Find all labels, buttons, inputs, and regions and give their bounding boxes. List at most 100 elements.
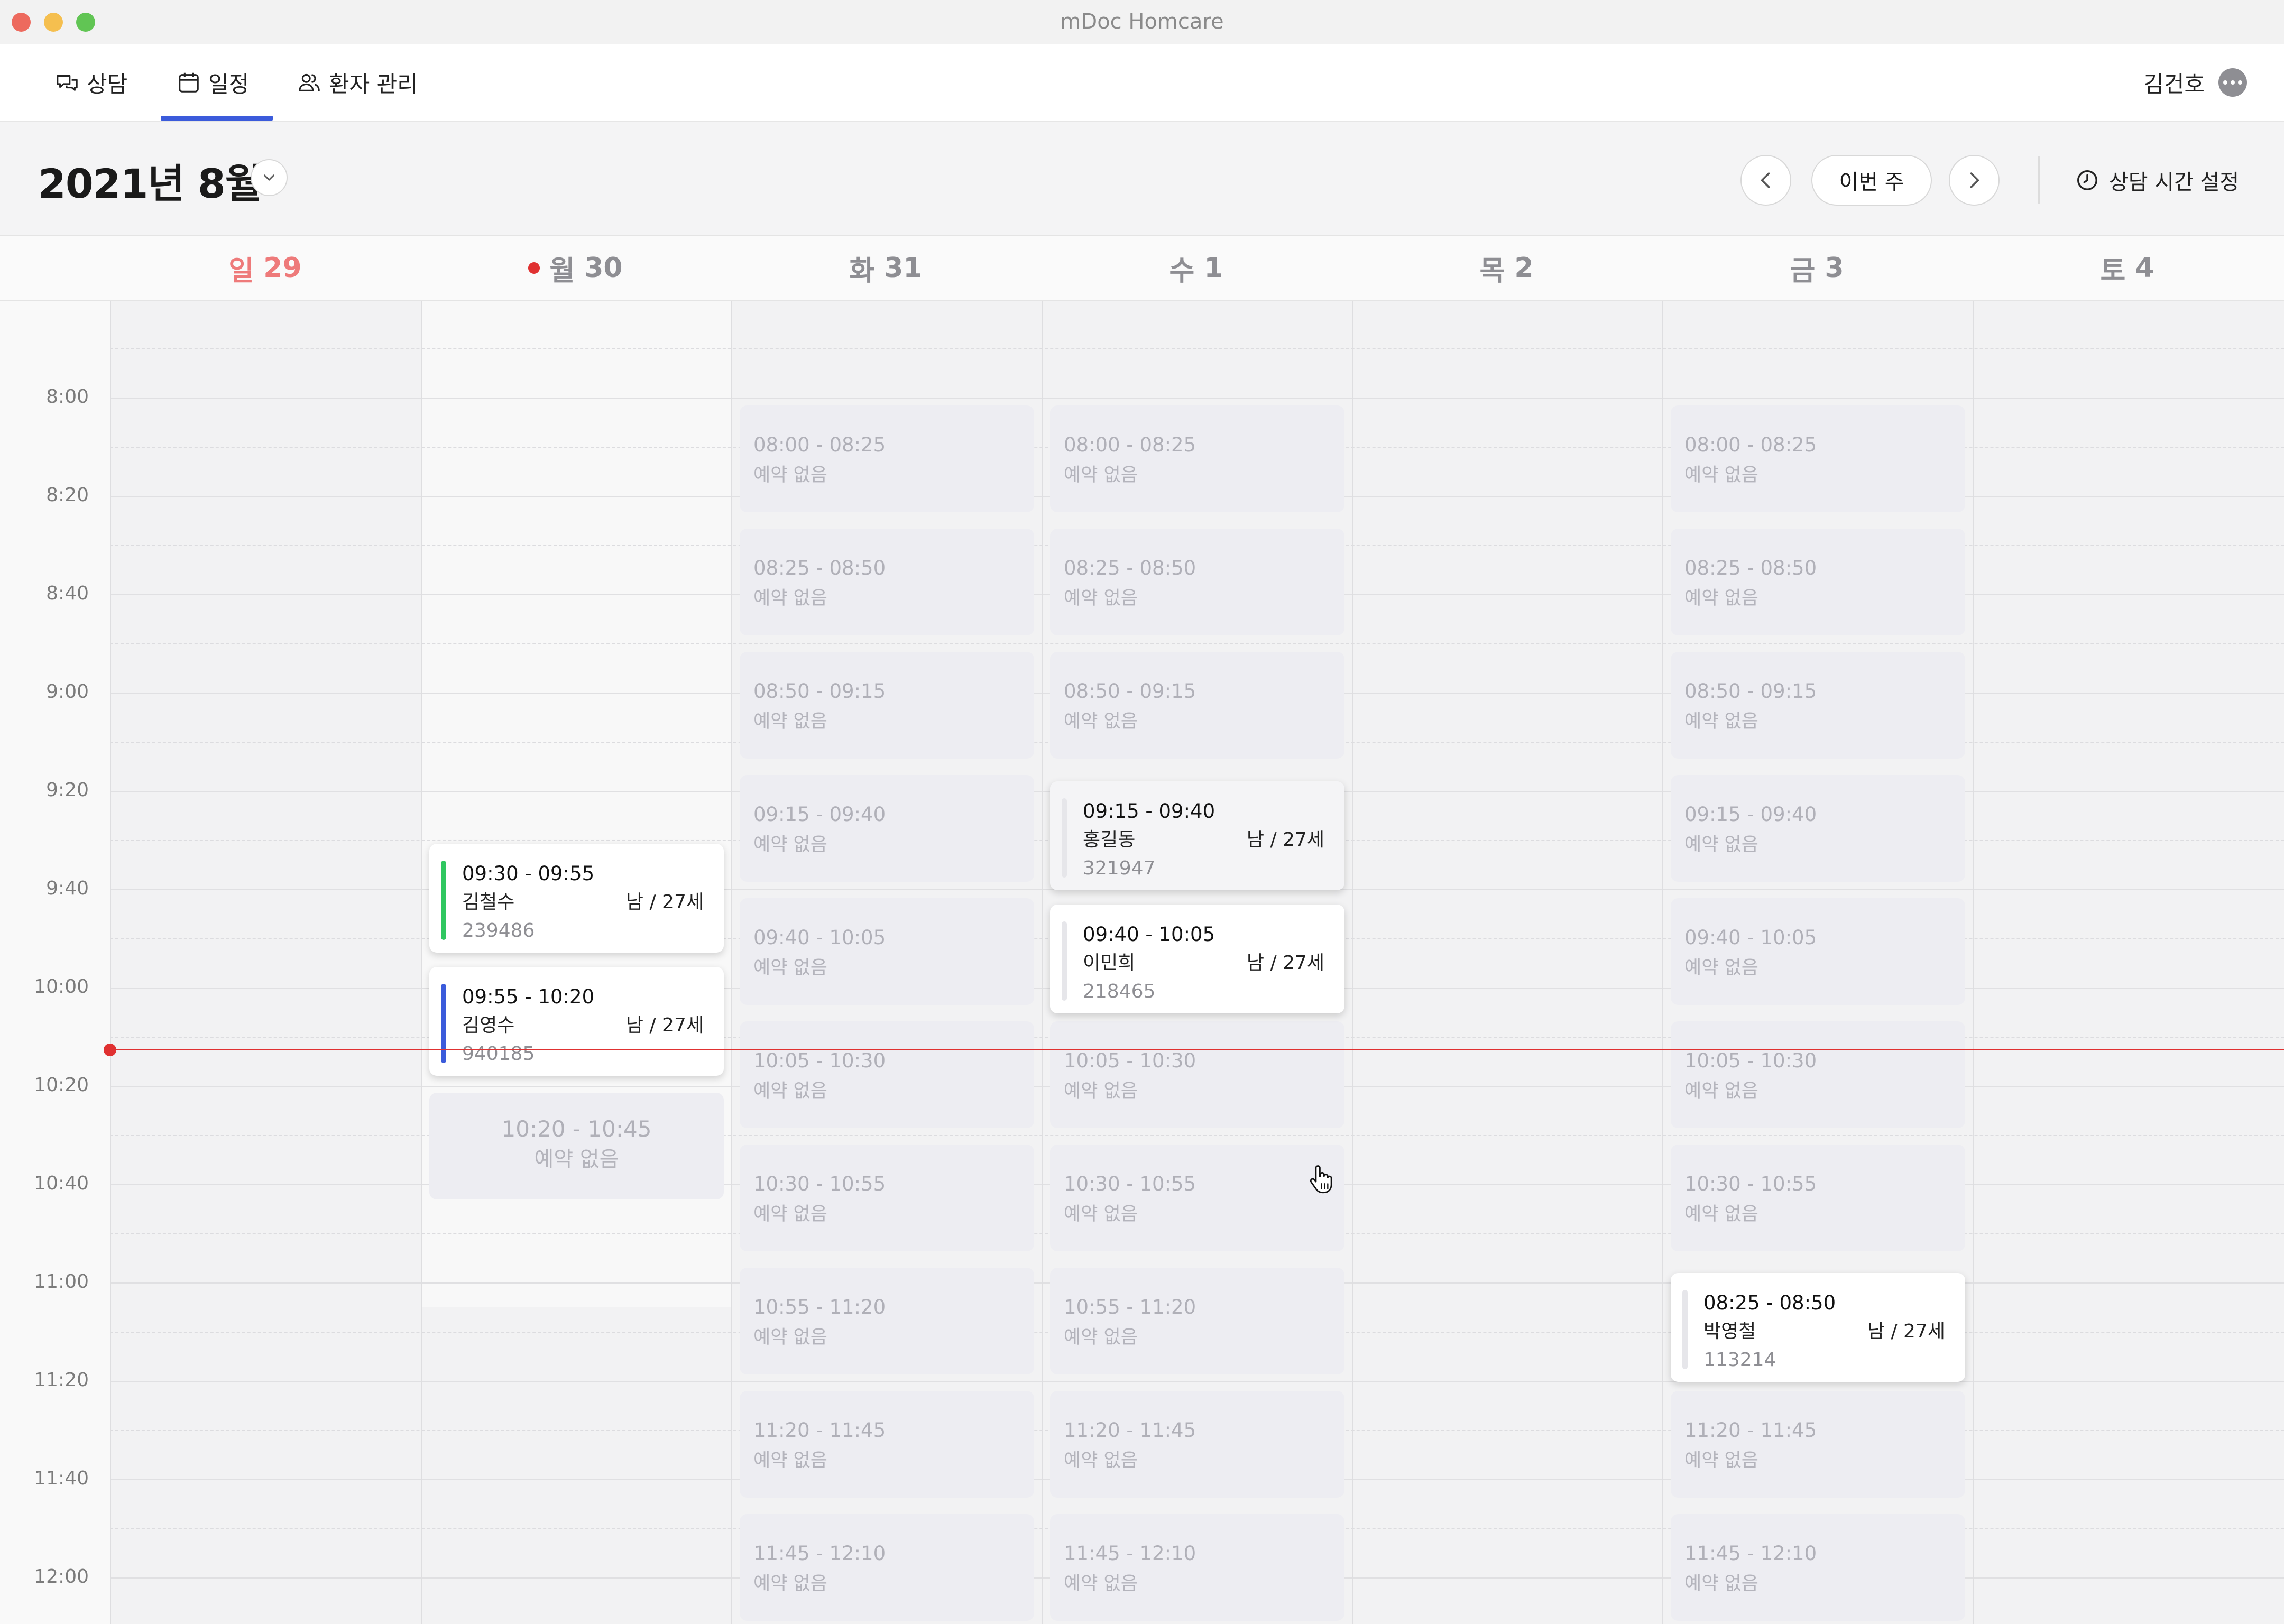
appointment-card-hover[interactable]: 09:15 - 09:40 홍길동 남 / 27세 321947	[1050, 781, 1344, 890]
previous-week-button[interactable]	[1740, 155, 1791, 206]
toolbar-divider	[2038, 156, 2040, 204]
empty-time-slot[interactable]: 10:05 - 10:30 예약 없음	[740, 1021, 1034, 1128]
slot-status: 예약 없음	[1684, 588, 1758, 609]
appointment-time: 09:15 - 09:40	[1083, 800, 1215, 823]
slot-status: 예약 없음	[1064, 1573, 1138, 1594]
slot-status: 예약 없음	[1684, 1081, 1758, 1102]
empty-time-slot[interactable]: 08:25 - 08:50 예약 없음	[740, 529, 1034, 635]
empty-time-slot[interactable]: 10:30 - 10:55 예약 없음	[1050, 1145, 1344, 1251]
empty-time-slot[interactable]: 09:40 - 10:05 예약 없음	[1671, 898, 1965, 1005]
day-header-thursday[interactable]: 목2	[1351, 236, 1662, 300]
week-day-header: 일 29 월 30 화 31 수1 목2 금3 토4	[0, 235, 2284, 301]
weekday-label: 토	[2100, 255, 2126, 287]
day-header-monday[interactable]: 월 30	[420, 236, 731, 300]
empty-time-slot[interactable]: 11:45 - 12:10 예약 없음	[1671, 1514, 1965, 1621]
empty-time-slot[interactable]: 08:50 - 09:15 예약 없음	[740, 652, 1034, 759]
slot-time: 10:30 - 10:55	[1064, 1173, 1196, 1195]
time-label: 9:40	[46, 878, 89, 899]
window-title: mDoc Homcare	[1060, 10, 1224, 34]
patient-name: 김철수	[462, 891, 515, 913]
consultation-time-settings-button[interactable]: 상담 시간 설정	[2075, 155, 2239, 206]
appointment-time: 09:40 - 10:05	[1083, 923, 1215, 946]
slot-time: 10:55 - 11:20	[1064, 1296, 1196, 1318]
appointment-status-bar	[1682, 1290, 1688, 1369]
month-picker-button[interactable]	[251, 159, 288, 196]
slot-time: 08:50 - 09:15	[753, 680, 886, 703]
tab-schedule[interactable]: 일정	[160, 44, 273, 121]
patient-name: 박영철	[1703, 1321, 1756, 1342]
appointment-card[interactable]: 08:25 - 08:50 박영철 남 / 27세 113214	[1671, 1273, 1965, 1382]
appointment-status-bar	[441, 861, 446, 940]
empty-time-slot[interactable]: 08:50 - 09:15 예약 없음	[1671, 652, 1965, 759]
empty-time-slot[interactable]: 08:00 - 08:25 예약 없음	[1050, 405, 1344, 512]
chevron-right-icon	[1970, 172, 1979, 188]
slot-status: 예약 없음	[1684, 834, 1758, 855]
weekday-label: 수	[1169, 255, 1195, 287]
day-header-sunday[interactable]: 일 29	[110, 236, 420, 300]
empty-time-slot[interactable]: 09:15 - 09:40 예약 없음	[1671, 775, 1965, 882]
more-icon[interactable]	[2218, 68, 2247, 97]
hand-cursor-icon	[1310, 1165, 1332, 1194]
tab-consultation[interactable]: 상담	[55, 44, 127, 121]
this-week-button[interactable]: 이번 주	[1811, 155, 1932, 206]
tab-patient-management[interactable]: 환자 관리	[297, 44, 418, 121]
user-menu[interactable]: 김건호	[2143, 44, 2247, 121]
appointment-card[interactable]: 09:30 - 09:55 김철수 남 / 27세 239486	[429, 844, 724, 953]
empty-time-slot[interactable]: 10:30 - 10:55 예약 없음	[740, 1145, 1034, 1251]
empty-time-slot[interactable]: 11:45 - 12:10 예약 없음	[1050, 1514, 1344, 1621]
empty-time-slot[interactable]: 08:00 - 08:25 예약 없음	[1671, 405, 1965, 512]
date-label: 31	[884, 252, 923, 284]
empty-time-slot[interactable]: 09:40 - 10:05 예약 없음	[740, 898, 1034, 1005]
current-time-dot	[104, 1044, 116, 1056]
empty-time-slot[interactable]: 10:55 - 11:20 예약 없음	[1050, 1268, 1344, 1374]
day-column-divider	[1352, 301, 1353, 1624]
day-header-saturday[interactable]: 토4	[1972, 236, 2282, 300]
empty-time-slot[interactable]: 09:15 - 09:40 예약 없음	[740, 775, 1034, 882]
day-header-tuesday[interactable]: 화 31	[731, 236, 1041, 300]
empty-time-slot[interactable]: 10:55 - 11:20 예약 없음	[740, 1268, 1034, 1374]
chevron-left-icon	[1761, 172, 1770, 188]
clock-icon	[2077, 170, 2097, 190]
empty-time-slot[interactable]: 10:05 - 10:30 예약 없음	[1050, 1021, 1344, 1128]
patient-name: 김영수	[462, 1014, 515, 1036]
empty-time-slot[interactable]: 08:25 - 08:50 예약 없음	[1050, 529, 1344, 635]
day-column-divider	[421, 301, 422, 1624]
empty-time-slot[interactable]: 08:50 - 09:15 예약 없음	[1050, 652, 1344, 759]
appointment-card[interactable]: 09:40 - 10:05 이민희 남 / 27세 218465	[1050, 905, 1344, 1013]
empty-time-slot[interactable]: 10:30 - 10:55 예약 없음	[1671, 1145, 1965, 1251]
time-label: 9:00	[46, 681, 89, 703]
slot-time: 10:30 - 10:55	[1684, 1173, 1817, 1195]
slot-status: 예약 없음	[753, 711, 827, 732]
time-label: 11:20	[34, 1369, 89, 1391]
day-header-friday[interactable]: 금3	[1662, 236, 1972, 300]
appointment-time: 09:30 - 09:55	[462, 862, 595, 885]
patient-gender-age: 남 / 27세	[1246, 952, 1324, 974]
day-header-wednesday[interactable]: 수1	[1041, 236, 1351, 300]
day-column-divider	[731, 301, 732, 1624]
slot-status: 예약 없음	[534, 1147, 619, 1171]
date-label: 3	[1825, 252, 1844, 284]
calendar-toolbar: 2021년 8월 이번 주 상담 시간 설정	[0, 122, 2284, 235]
patient-gender-age: 남 / 27세	[625, 891, 704, 913]
empty-time-slot[interactable]: 11:20 - 11:45 예약 없음	[1050, 1391, 1344, 1498]
current-time-line	[111, 1049, 2284, 1050]
weekday-label: 화	[849, 255, 875, 287]
appointment-card[interactable]: 09:55 - 10:20 김영수 남 / 27세 940185	[429, 967, 724, 1076]
patient-id: 321947	[1083, 857, 1156, 879]
empty-time-slot[interactable]: 11:20 - 11:45 예약 없음	[740, 1391, 1034, 1498]
time-label: 10:40	[34, 1173, 89, 1194]
patient-id: 940185	[462, 1043, 535, 1065]
slot-status: 예약 없음	[753, 1327, 827, 1348]
slot-time: 09:40 - 10:05	[1684, 926, 1817, 949]
empty-time-slot[interactable]: 10:05 - 10:30 예약 없음	[1671, 1021, 1965, 1128]
next-week-button[interactable]	[1949, 155, 2000, 206]
empty-time-slot[interactable]: 10:20 - 10:45 예약 없음	[429, 1093, 724, 1199]
empty-time-slot[interactable]: 08:25 - 08:50 예약 없음	[1671, 529, 1965, 635]
slot-status: 예약 없음	[753, 957, 827, 979]
empty-time-slot[interactable]: 11:45 - 12:10 예약 없음	[740, 1514, 1034, 1621]
week-calendar-grid[interactable]: 8:00 8:20 8:40 9:00 9:20 9:40 10:00 10:2…	[0, 301, 2284, 1624]
time-label: 11:40	[34, 1468, 89, 1489]
time-axis: 8:00 8:20 8:40 9:00 9:20 9:40 10:00 10:2…	[0, 301, 110, 1624]
empty-time-slot[interactable]: 08:00 - 08:25 예약 없음	[740, 405, 1034, 512]
empty-time-slot[interactable]: 11:20 - 11:45 예약 없음	[1671, 1391, 1965, 1498]
